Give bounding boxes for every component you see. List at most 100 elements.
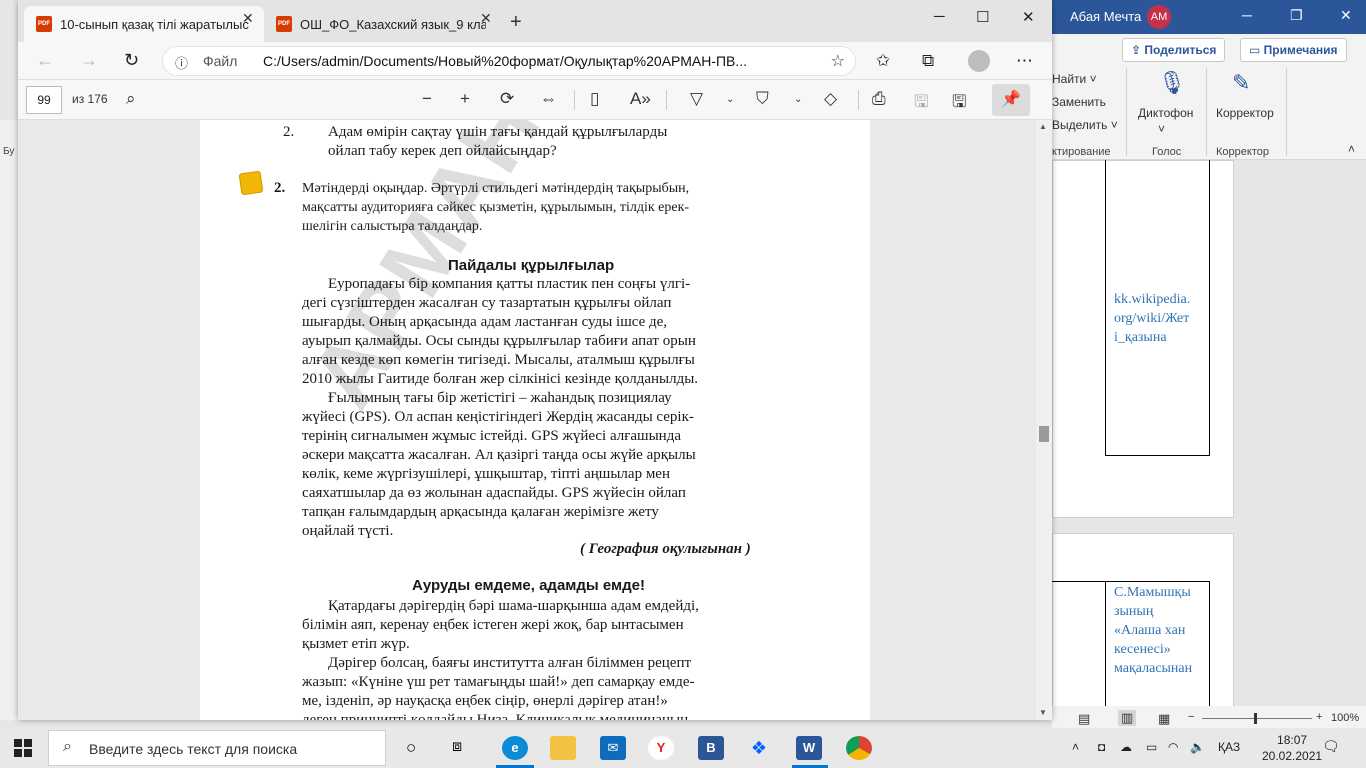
dictate-dropdown-icon[interactable]: ˅ — [1158, 122, 1165, 136]
mail-icon[interactable]: ✉ — [600, 736, 626, 760]
draw-icon[interactable]: ▽ — [690, 89, 703, 109]
find-button[interactable]: Найти ˅ — [1052, 72, 1097, 86]
refresh-icon[interactable]: ↻ — [124, 50, 139, 71]
text-line: Мәтіндерді оқыңдар. Әртүрлі стильдегі мә… — [302, 181, 690, 196]
info-icon[interactable]: ⓘ — [175, 53, 188, 72]
close-tab-icon[interactable]: ✕ — [480, 10, 492, 27]
highlight-icon[interactable]: ⛉ — [756, 89, 769, 109]
save-icon[interactable]: 🖫 — [914, 89, 928, 118]
task-view-icon[interactable]: ⧈ — [452, 738, 462, 756]
profile-avatar[interactable] — [968, 50, 990, 72]
text-line: жазып: «Күніне үш рет тамағыңды шай!» де… — [302, 674, 695, 690]
url-input[interactable]: ⓘ Файл C:/Users/admin/Documents/Новый%20… — [162, 46, 856, 76]
word-sharebar: ⇪ Поделиться ▭ Примечания — [1052, 34, 1366, 64]
text-line: 2010 жылы Гаитиде болған жер сілкінісі к… — [302, 371, 699, 387]
clock-time: 18:07 — [1277, 733, 1308, 747]
editor-button[interactable]: Корректор — [1216, 106, 1274, 120]
replace-button[interactable]: Заменить — [1052, 95, 1106, 109]
share-label: Поделиться — [1144, 43, 1217, 57]
collections-icon[interactable]: ⧉ — [922, 51, 934, 71]
zoom-level[interactable]: 100% — [1331, 712, 1359, 724]
close-icon[interactable]: ✕ — [1022, 8, 1035, 26]
print-layout-icon[interactable]: ▥ — [1118, 710, 1137, 726]
ribbon-collapse-icon[interactable]: ˄ — [1348, 142, 1355, 156]
share-button[interactable]: ⇪ Поделиться — [1122, 38, 1226, 62]
zoom-slider[interactable] — [1202, 718, 1312, 719]
scroll-up-icon[interactable]: ▲ — [1039, 122, 1047, 131]
print-icon[interactable]: ⎙ — [872, 89, 886, 109]
chrome-icon[interactable] — [846, 736, 872, 760]
page-number-input[interactable]: 99 — [26, 86, 62, 114]
comments-button[interactable]: ▭ Примечания — [1240, 38, 1347, 62]
text-line: шелігін салыстыра талдаңдар. — [302, 219, 483, 234]
add-favorite-icon[interactable]: ☆ — [831, 51, 845, 71]
battery-icon[interactable]: ▭ — [1146, 740, 1157, 754]
toolbar-separator — [858, 90, 859, 110]
read-mode-icon[interactable]: ▤ — [1078, 711, 1090, 727]
dropbox-icon[interactable]: ❖ — [746, 736, 772, 760]
forward-icon[interactable]: → — [80, 50, 98, 71]
select-button[interactable]: Выделить ˅ — [1052, 118, 1118, 132]
table-link-1[interactable]: kk.wikipedia. org/wiki/Жет і_қазына — [1114, 290, 1210, 347]
more-icon[interactable]: ⋯ — [1016, 51, 1033, 71]
microphone-icon[interactable]: 🎙 — [1158, 70, 1186, 96]
text-line: білімін аяп, керенау еңбек істеген жері … — [302, 617, 684, 633]
find-label: Найти — [1052, 72, 1087, 86]
text-line: алған кезде көп көмегін тигізеді. Мысалы… — [302, 352, 695, 368]
notification-icon[interactable]: 🗨 — [1322, 738, 1340, 755]
fit-page-icon[interactable]: ⇔ — [540, 89, 557, 109]
read-aloud-icon[interactable]: A» — [630, 89, 651, 109]
minimize-icon[interactable]: ─ — [934, 8, 945, 25]
tab-pdf-10[interactable]: PDF 10-сынып қазақ тілі жаратылыс — [24, 6, 264, 42]
zoom-in-icon[interactable]: + — [460, 89, 470, 109]
wifi-icon[interactable]: ◠ — [1168, 740, 1178, 754]
page-view-icon[interactable]: ▯ — [590, 89, 599, 109]
file-explorer-icon[interactable] — [550, 736, 576, 760]
zoom-slider-thumb[interactable] — [1254, 713, 1257, 724]
scrollbar-thumb[interactable] — [1039, 426, 1049, 442]
dictate-button[interactable]: Диктофон — [1138, 106, 1193, 120]
avatar[interactable]: АМ — [1147, 5, 1171, 29]
word-close-icon[interactable]: ✕ — [1340, 7, 1352, 24]
web-layout-icon[interactable]: ▦ — [1158, 711, 1170, 727]
volume-icon[interactable]: 🔈 — [1190, 740, 1205, 754]
onedrive-icon[interactable]: ☁ — [1120, 740, 1132, 754]
word-minimize-icon[interactable]: ─ — [1242, 7, 1252, 23]
new-tab-button[interactable]: + — [510, 11, 522, 34]
word-restore-icon[interactable]: ❐ — [1290, 7, 1303, 24]
windows-start-icon[interactable] — [14, 739, 32, 757]
word-icon[interactable]: W — [796, 736, 822, 760]
show-hidden-icons-icon[interactable]: ˄ — [1072, 740, 1079, 754]
draw-dropdown-icon[interactable]: ⌄ — [726, 94, 734, 105]
link-line: мақаласынан — [1114, 661, 1193, 676]
scroll-down-icon[interactable]: ▼ — [1039, 708, 1047, 717]
maximize-icon[interactable]: ☐ — [976, 8, 989, 26]
clock[interactable]: 18:07 20.02.2021 — [1262, 732, 1322, 764]
tab-pdf-9[interactable]: PDF ОШ_ФО_Казахский язык_9 класс — [264, 6, 486, 42]
eraser-icon[interactable]: ◇ — [824, 89, 837, 109]
cortana-icon[interactable]: ○ — [406, 738, 416, 758]
close-tab-icon[interactable]: ✕ — [242, 10, 254, 27]
scrollbar[interactable]: ▲ ▼ — [1036, 120, 1052, 720]
highlight-dropdown-icon[interactable]: ⌄ — [794, 94, 802, 105]
zoom-in-icon[interactable]: + — [1316, 711, 1322, 723]
zoom-out-icon[interactable]: − — [422, 89, 432, 109]
tray-app-icon[interactable]: ◘ — [1098, 740, 1105, 754]
yandex-icon[interactable]: Y — [648, 736, 674, 760]
taskbar-search-input[interactable]: ⌕ Введите здесь текст для поиска — [48, 730, 386, 766]
zoom-out-icon[interactable]: − — [1188, 711, 1194, 723]
pin-toolbar-icon[interactable]: 📌 — [992, 84, 1030, 116]
search-icon[interactable]: ⌕ — [126, 89, 136, 109]
table-link-2[interactable]: С.Мамышқы зының «Алаша хан кесенесі» мақ… — [1114, 583, 1210, 678]
editor-pen-icon[interactable]: ✎ — [1232, 70, 1250, 96]
favorites-icon[interactable]: ✩ — [876, 51, 890, 71]
edge-icon[interactable]: e — [502, 736, 528, 760]
ribbon-separator — [1126, 68, 1127, 156]
vk-browser-icon[interactable]: B — [698, 736, 724, 760]
rotate-icon[interactable]: ⟳ — [500, 89, 514, 109]
text-line: тапқан ғалымдардың арқасында қалаған жер… — [302, 504, 659, 520]
save-as-icon[interactable]: 🖫 — [952, 89, 966, 118]
language-indicator[interactable]: ҚАЗ — [1218, 740, 1240, 754]
back-icon[interactable]: ← — [36, 50, 54, 71]
edge-window: PDF 10-сынып қазақ тілі жаратылыс ✕ PDF … — [18, 0, 1052, 720]
